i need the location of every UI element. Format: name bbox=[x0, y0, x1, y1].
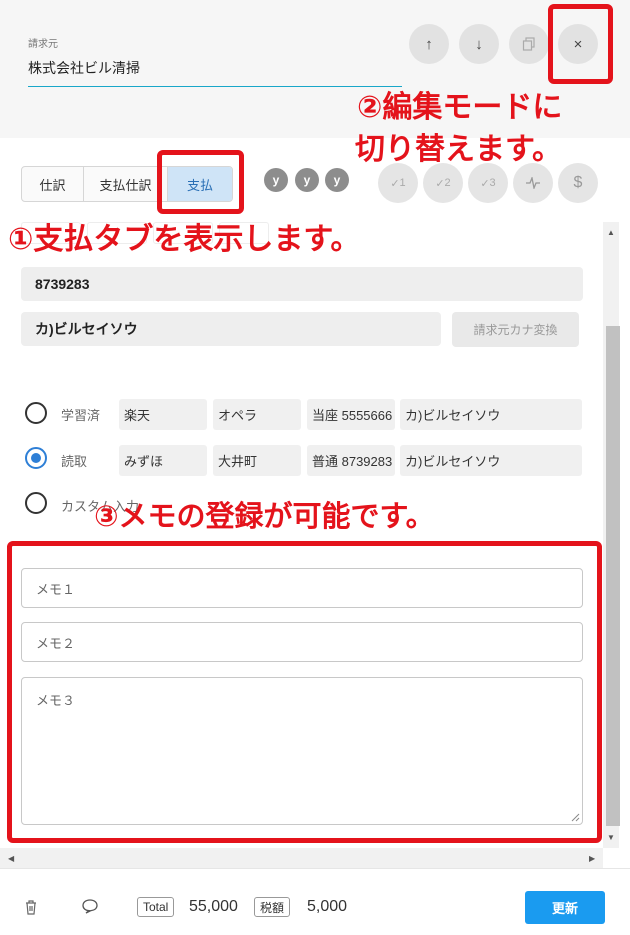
checkmark-icon: ✓ bbox=[390, 177, 400, 190]
annotation-step1: ①支払タブを表示します。 bbox=[8, 222, 361, 257]
annotation-step3: ③メモの登録が可能です。 bbox=[94, 499, 435, 533]
y-badge: y bbox=[295, 168, 319, 192]
y-badge: y bbox=[325, 168, 349, 192]
comment-icon[interactable] bbox=[81, 898, 99, 914]
bank-cell: 楽天 bbox=[119, 399, 207, 430]
holder-cell: カ)ビルセイソウ bbox=[400, 445, 582, 476]
scroll-right-arrow-icon[interactable]: ▶ bbox=[589, 854, 595, 863]
radio-read[interactable] bbox=[25, 447, 47, 469]
check-1-button[interactable]: ✓ 1 bbox=[378, 163, 418, 203]
update-button[interactable]: 更新 bbox=[525, 891, 605, 924]
dollar-icon: $ bbox=[573, 174, 583, 191]
horizontal-scrollbar[interactable] bbox=[0, 848, 603, 868]
account-cell: 普通 8739283 bbox=[307, 445, 395, 476]
scroll-up-arrow-icon[interactable]: ▲ bbox=[607, 228, 615, 237]
total-label: Total bbox=[137, 897, 175, 917]
vendor-underline bbox=[28, 86, 402, 87]
total-value: 55,000 bbox=[189, 898, 238, 915]
annotation-step2-line2: 切り替えます。 bbox=[355, 132, 562, 167]
move-down-button[interactable]: ↓ bbox=[459, 24, 499, 64]
trash-icon[interactable] bbox=[24, 899, 38, 915]
resize-grip-icon[interactable] bbox=[571, 813, 580, 822]
account-cell: 当座 5555666 bbox=[307, 399, 395, 430]
vertical-scroll-thumb[interactable] bbox=[606, 326, 620, 826]
account-name-kana-field[interactable]: カ)ビルセイソウ bbox=[21, 312, 441, 346]
arrow-down-icon: ↓ bbox=[475, 35, 483, 53]
arrow-up-icon: ↑ bbox=[425, 35, 433, 53]
tab-journal[interactable]: 仕訳 bbox=[22, 167, 84, 201]
tab-payment-journal[interactable]: 支払仕訳 bbox=[84, 167, 168, 201]
activity-button[interactable] bbox=[513, 163, 553, 203]
branch-cell: オペラ bbox=[213, 399, 301, 430]
tab-bar: 仕訳 支払仕訳 支払 bbox=[21, 166, 233, 202]
copy-icon bbox=[522, 37, 535, 51]
branch-cell: 大井町 bbox=[213, 445, 301, 476]
tab-payment[interactable]: 支払 bbox=[168, 167, 232, 201]
memo-3-textarea[interactable]: メモ３ bbox=[21, 677, 583, 825]
copy-button[interactable] bbox=[509, 24, 549, 64]
dollar-button[interactable]: $ bbox=[558, 163, 598, 203]
checkmark-icon: ✓ bbox=[480, 177, 490, 190]
vendor-label: 請求元 bbox=[28, 39, 58, 50]
y-badge: y bbox=[264, 168, 288, 192]
bank-cell: みずほ bbox=[119, 445, 207, 476]
radio-learned[interactable] bbox=[25, 402, 47, 424]
memo-1-input[interactable]: メモ１ bbox=[21, 568, 583, 608]
close-icon: × bbox=[573, 35, 583, 53]
radio-custom[interactable] bbox=[25, 492, 47, 514]
account-number-field[interactable]: 8739283 bbox=[21, 267, 583, 301]
vendor-name[interactable]: 株式会社ビル清掃 bbox=[28, 58, 140, 78]
tax-label: 税額 bbox=[254, 897, 291, 917]
radio-label-learned: 学習済 bbox=[61, 408, 101, 423]
scroll-down-arrow-icon[interactable]: ▼ bbox=[607, 833, 615, 842]
tax-value: 5,000 bbox=[307, 898, 348, 915]
radio-label-read: 読取 bbox=[61, 454, 88, 469]
kana-convert-button[interactable]: 請求元カナ変換 bbox=[452, 312, 579, 347]
holder-cell: カ)ビルセイソウ bbox=[400, 399, 582, 430]
scroll-left-arrow-icon[interactable]: ◀ bbox=[8, 854, 14, 863]
check-3-button[interactable]: ✓ 3 bbox=[468, 163, 508, 203]
memo-2-input[interactable]: メモ２ bbox=[21, 622, 583, 662]
annotation-step2-line1: ②編集モードに bbox=[357, 90, 563, 125]
edit-mode-close-button[interactable]: × bbox=[558, 24, 598, 64]
pulse-icon bbox=[526, 177, 540, 189]
memo-3-placeholder: メモ３ bbox=[36, 693, 76, 708]
checkmark-icon: ✓ bbox=[435, 177, 445, 190]
check-2-button[interactable]: ✓ 2 bbox=[423, 163, 463, 203]
move-up-button[interactable]: ↑ bbox=[409, 24, 449, 64]
